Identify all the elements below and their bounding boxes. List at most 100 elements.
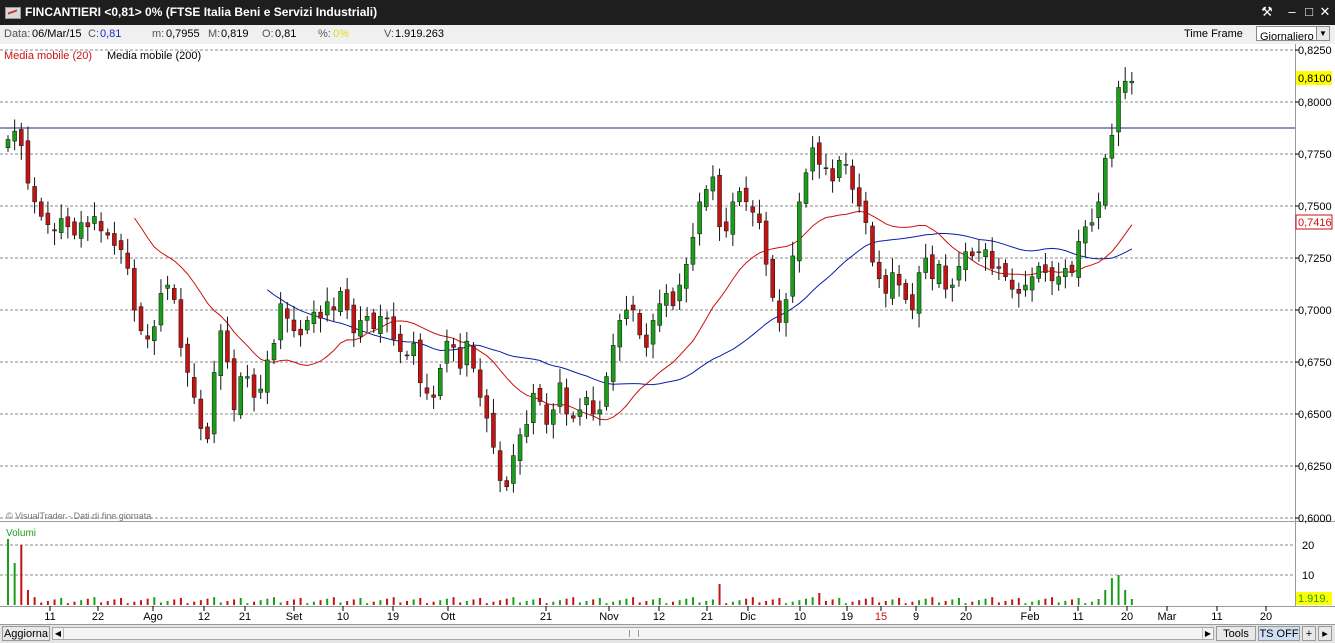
volume-bar [871,597,874,605]
candle-body [1016,288,1022,294]
candle-body [770,258,775,298]
volume-bar [778,597,781,605]
tools-button[interactable]: Tools [1216,626,1256,641]
scroll-right-icon[interactable]: ▶ [1202,628,1213,639]
candle-body [65,216,71,228]
candle-body [803,172,809,204]
price-axis-label: 0,7750 [1298,149,1332,161]
candle-body [45,212,51,225]
volume-bar [425,603,428,605]
minimize-button[interactable]: – [1283,3,1301,21]
time-axis-label: 20 [960,611,972,623]
tools-icon[interactable]: ⚒ [1258,3,1276,21]
volume-bar [911,601,914,605]
volume-bar [173,599,176,605]
volume-bar [246,603,249,605]
candle-body [384,317,390,320]
volume-bar [944,600,947,605]
volume-bar [798,600,801,605]
open-value: 0,81 [275,28,297,40]
volume-bar [565,598,568,605]
legend-ma200[interactable]: Media mobile (200) [107,50,201,62]
volume-bar [725,603,728,605]
time-axis-label: 9 [913,611,919,623]
volume-bar [831,599,834,605]
play-icon[interactable]: ▸ [1318,626,1332,641]
ts-off-button[interactable]: TS OFF [1258,626,1300,641]
time-axis-label: 21 [701,611,713,623]
candle-body [1129,80,1135,84]
volume-bar [525,600,528,605]
close-label: C: [88,28,99,40]
candle-body [876,261,882,280]
chart-area[interactable]: 0,8250 0,8000 0,7750 0,7500 0,7250 0,7000 0,67… [0,44,1335,624]
zoom-in-button[interactable]: + [1302,626,1316,641]
horizontal-scrollbar[interactable]: ◀ ▶ [52,627,1214,640]
max-label: M: [208,28,221,40]
candle-body [763,220,769,265]
volume-bar [645,600,648,605]
candle-body [903,283,908,300]
scroll-left-icon[interactable]: ◀ [53,628,64,639]
volume-bar [698,602,701,605]
volume-bar [964,603,967,605]
volume-bar [539,597,541,605]
chevron-down-icon[interactable]: ▼ [1316,27,1329,40]
candle-body [231,358,237,411]
candle-body [105,232,110,236]
time-axis: 11 22 Ago 12 21 Set 10 19 Ott 21 Nov 12 21 Dic 10 19 15 9… [44,606,1272,623]
volume-bar [346,600,349,605]
volume-bar [1110,578,1113,605]
candle-body [817,142,822,165]
candle-body [571,415,576,419]
price-chart[interactable]: 0,8250 0,8000 0,7750 0,7500 0,7250 0,7000 0,67… [0,44,1335,624]
volume-bar [997,602,1000,605]
candle-body [205,426,210,440]
volume-bar [638,602,641,605]
legend-ma20[interactable]: Media mobile (20) [4,50,92,62]
volume-bar [625,598,628,605]
volume-bar [1071,599,1073,605]
scroll-thumb[interactable] [629,630,639,637]
volume-bar [558,600,561,605]
candle-body [1116,87,1121,133]
close-value: 0,81 [100,28,122,40]
candle-body [610,345,616,382]
time-axis-label: 10 [337,611,349,623]
candle-body [943,265,948,290]
volume-bar [366,603,369,605]
price-axis-label: 0,6000 [1298,513,1332,525]
candle-body [930,254,935,280]
candle-body [271,343,277,361]
close-button[interactable]: ✕ [1316,3,1334,21]
volume-bar [605,603,608,605]
volume-bar [359,597,362,605]
time-axis-label: Feb [1021,611,1040,623]
timeframe-select[interactable]: Giornaliero ▼ [1256,26,1330,43]
candle-body [624,309,629,319]
volume-bar [552,601,555,605]
candle-body [797,201,802,262]
volume-bar [326,598,329,605]
candle-body [983,249,988,258]
max-value: 0,819 [221,28,249,40]
volume-bar [1004,600,1007,605]
time-axis-label: Nov [599,611,619,623]
candle-body [85,222,91,228]
volume-bar [339,602,342,605]
volume-bar [459,602,462,605]
volume-bar [233,599,236,605]
refresh-button[interactable]: Aggiorna [2,626,50,641]
candle-body [896,273,902,286]
candle-body [684,263,689,289]
volume-bar [904,603,907,605]
pct-label: %: [318,28,331,40]
candle-body [1023,284,1028,291]
watermark: © VisualTrader - Dati di fine giornata [6,511,151,521]
candle-body [5,139,11,149]
candle-body [418,339,423,384]
volume-bar [279,602,282,605]
candle-body [1043,264,1048,273]
volume-bar [632,597,635,605]
volume-bar [153,597,156,605]
